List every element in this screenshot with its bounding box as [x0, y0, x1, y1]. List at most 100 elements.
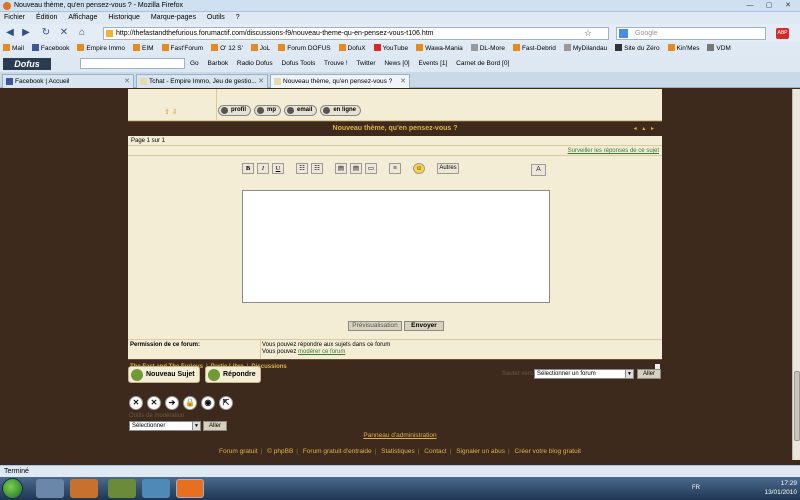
- toolbar-events[interactable]: Events [1]: [418, 60, 447, 67]
- menu-affichage[interactable]: Affichage: [68, 12, 97, 24]
- bookmark-item[interactable]: O' 12 S': [211, 42, 243, 56]
- footer-link[interactable]: © phpBB: [267, 448, 293, 455]
- moderate-forum-link[interactable]: modérer ce forum: [298, 349, 345, 355]
- bookmark-item[interactable]: VDM: [707, 42, 731, 56]
- pm-button[interactable]: mp: [254, 105, 281, 116]
- toolbar-news[interactable]: News [0]: [384, 60, 409, 67]
- bookmark-item[interactable]: Empire Immo: [77, 42, 125, 56]
- link-button[interactable]: ▤: [350, 163, 362, 174]
- moderation-go-button[interactable]: Aller: [203, 421, 227, 431]
- bookmark-star-icon[interactable]: ☆: [584, 28, 592, 39]
- footer-link[interactable]: Forum gratuit d'entraide: [303, 448, 372, 455]
- reply-button[interactable]: Répondre: [205, 366, 261, 383]
- messenger-icon[interactable]: [142, 479, 170, 498]
- dofus-logo[interactable]: Dofus: [3, 58, 51, 70]
- toolbar-barbok[interactable]: Barbok: [207, 60, 228, 67]
- explorer-icon[interactable]: [36, 479, 64, 498]
- footer-link[interactable]: Statistiques: [381, 448, 415, 455]
- jump-go-button[interactable]: Aller: [637, 369, 661, 379]
- footer-link[interactable]: Contact: [424, 448, 446, 455]
- menu-fichier[interactable]: Fichier: [4, 12, 25, 24]
- close-tab-icon[interactable]: ✕: [124, 75, 130, 88]
- more-button[interactable]: Autres: [437, 163, 459, 174]
- move-topic-icon[interactable]: ➔: [165, 396, 179, 410]
- footer-link[interactable]: Signaler un abus: [456, 448, 505, 455]
- bookmark-item[interactable]: DL-More: [470, 42, 505, 56]
- close-tab-icon[interactable]: ✕: [258, 75, 264, 88]
- font-settings-button[interactable]: A: [531, 164, 546, 176]
- reload-icon[interactable]: ↻: [40, 27, 52, 39]
- smiley-icon[interactable]: ☺: [413, 163, 425, 174]
- dofus-app-icon[interactable]: [108, 479, 136, 498]
- quote-button[interactable]: ▭: [365, 163, 377, 174]
- menu-outils[interactable]: Outils: [207, 12, 225, 24]
- url-bar[interactable]: http://thefastandthefurious.forumactif.c…: [103, 27, 609, 40]
- tab-tchat[interactable]: Tchat - Empire Immo, Jeu de gestio... ✕: [136, 74, 268, 88]
- bookmark-item[interactable]: Forum DOFUS: [278, 42, 331, 56]
- media-player-icon[interactable]: [70, 479, 98, 498]
- bookmark-item[interactable]: Mail: [3, 42, 24, 56]
- bookmark-item[interactable]: MyDilandau: [563, 42, 607, 56]
- bookmark-item[interactable]: Kin'Mes: [667, 42, 699, 56]
- lock-icon[interactable]: 🔒: [183, 396, 197, 410]
- merge-topic-icon[interactable]: ⇱: [219, 396, 233, 410]
- tab-facebook[interactable]: Facebook | Accueil ✕: [2, 74, 134, 88]
- list-button[interactable]: ≡: [389, 163, 401, 174]
- menu-marque-pages[interactable]: Marque-pages: [151, 12, 196, 24]
- online-status-button[interactable]: en ligne: [320, 105, 362, 116]
- profile-button[interactable]: profil: [218, 105, 251, 116]
- bookmark-item[interactable]: Wawa-Mania: [416, 42, 463, 56]
- bookmark-item[interactable]: Facebook: [31, 42, 69, 56]
- watch-topic-link[interactable]: Surveiller les réponses de ce sujet: [568, 148, 659, 154]
- close-tab-icon[interactable]: ✕: [400, 75, 406, 88]
- delete-topic-icon[interactable]: ✕: [129, 396, 143, 410]
- language-indicator[interactable]: FR: [692, 485, 700, 491]
- bookmark-item[interactable]: Fast'Forum: [161, 42, 203, 56]
- start-button[interactable]: [2, 478, 23, 499]
- message-textarea[interactable]: [242, 190, 550, 303]
- new-topic-button[interactable]: Nouveau Sujet: [128, 366, 200, 383]
- tab-current-thread[interactable]: Nouveau thème, qu'en pensez-vous ? ✕: [270, 74, 410, 88]
- delete-posts-icon[interactable]: ✕: [147, 396, 161, 410]
- menu-help[interactable]: ?: [236, 12, 240, 24]
- home-icon[interactable]: ⌂: [76, 27, 88, 39]
- toolbar-trouve[interactable]: Trouve !: [324, 60, 348, 67]
- email-button[interactable]: email: [284, 105, 318, 116]
- system-clock[interactable]: 17:29 13/01/2010: [764, 479, 797, 497]
- toolbar-dofus-tools[interactable]: Dofus Tools: [282, 60, 316, 67]
- footer-link[interactable]: Créer votre blog gratuit: [515, 448, 581, 455]
- toolbar-radio-dofus[interactable]: Radio Dofus: [237, 60, 273, 67]
- maximize-button[interactable]: ▢: [761, 1, 777, 10]
- minimize-button[interactable]: —: [742, 1, 758, 10]
- bookmark-item[interactable]: DofuX: [338, 42, 366, 56]
- adblock-icon[interactable]: ABP: [776, 28, 789, 39]
- moderation-select[interactable]: Sélectionner ▼: [129, 421, 201, 431]
- admin-panel-link[interactable]: Panneau d'administration: [0, 432, 800, 439]
- bookmark-item[interactable]: JoL: [250, 42, 270, 56]
- underline-button[interactable]: U: [272, 163, 284, 174]
- menu-historique[interactable]: Historique: [108, 12, 140, 24]
- image-button[interactable]: ▤: [335, 163, 347, 174]
- align-right-button[interactable]: ☷: [311, 163, 323, 174]
- bookmark-item[interactable]: Fast-Debrid: [512, 42, 556, 56]
- bookmark-item[interactable]: YouTube: [373, 42, 408, 56]
- thread-nav-arrows[interactable]: ◂ ▴ ▸: [634, 125, 656, 132]
- firefox-taskbar-icon[interactable]: [176, 479, 204, 498]
- vertical-scrollbar[interactable]: [792, 89, 800, 460]
- post-nav-arrows[interactable]: ⇧ ⇩: [164, 108, 178, 116]
- toolbar-twitter[interactable]: Twitter: [356, 60, 375, 67]
- italic-button[interactable]: I: [257, 163, 269, 174]
- preview-button[interactable]: Prévisualisation: [348, 321, 402, 331]
- menu-edition[interactable]: Édition: [36, 12, 57, 24]
- split-topic-icon[interactable]: ◉: [201, 396, 215, 410]
- forward-icon[interactable]: ▶: [20, 27, 32, 39]
- stop-icon[interactable]: ✕: [58, 27, 70, 39]
- toolbar-go[interactable]: Go: [190, 60, 199, 67]
- search-input[interactable]: Google: [616, 27, 766, 40]
- back-icon[interactable]: ◀: [4, 27, 16, 39]
- bookmark-item[interactable]: EIM: [132, 42, 154, 56]
- toolbar-search-field[interactable]: [80, 58, 185, 69]
- bookmark-item[interactable]: Site du Zéro: [615, 42, 660, 56]
- jump-to-forum-select[interactable]: Sélectionner un forum ▼: [534, 369, 634, 379]
- toolbar-carnet[interactable]: Carnet de Bord [0]: [456, 60, 509, 67]
